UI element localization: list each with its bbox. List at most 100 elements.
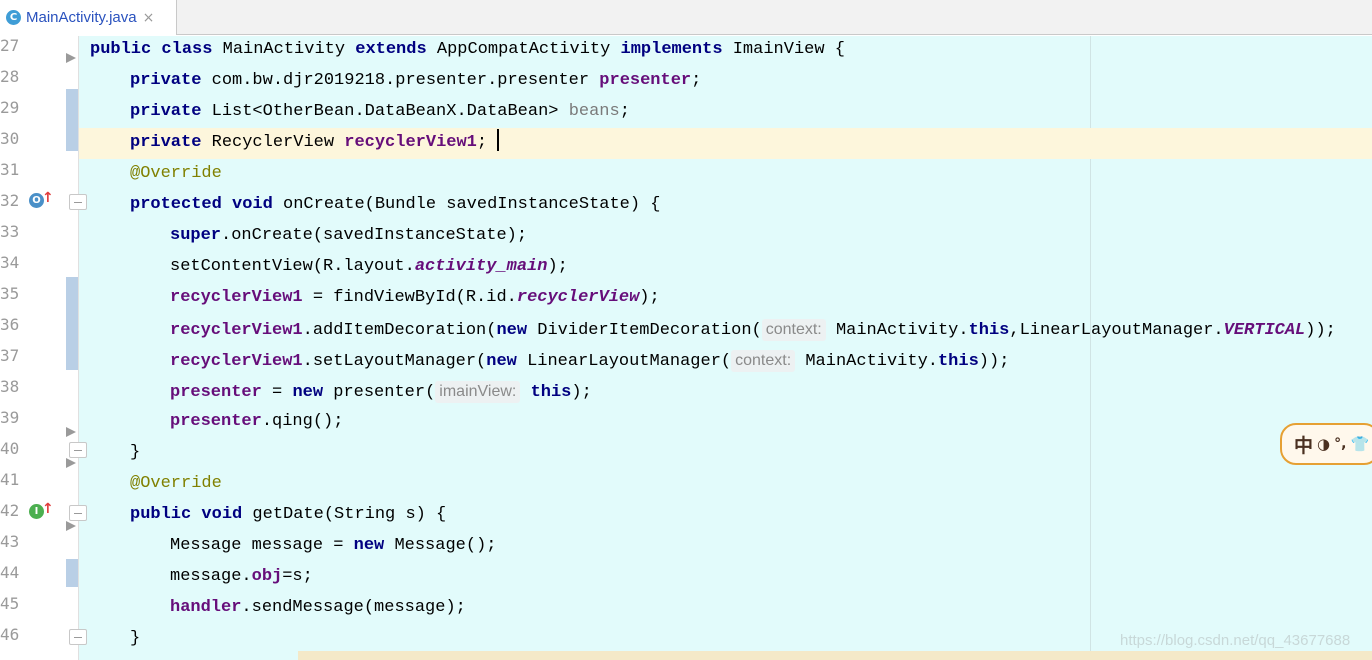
ime-toolbar[interactable]: 中 ◑ °, 👕: [1280, 423, 1372, 465]
code-line-area[interactable]: private RecyclerView recyclerView1;: [79, 128, 1372, 159]
fold-triangle-icon[interactable]: [66, 53, 76, 63]
code-line[interactable]: 35 recyclerView1 = findViewById(R.id.recy…: [0, 283, 1372, 314]
line-number[interactable]: 36: [0, 315, 22, 346]
code-text[interactable]: presenter = new presenter(imainView: thi…: [170, 381, 592, 403]
code-text[interactable]: }: [130, 629, 140, 649]
code-line-area[interactable]: public class MainActivity extends AppCom…: [79, 35, 1372, 66]
fold-triangle-icon[interactable]: [66, 427, 76, 437]
code-line-area[interactable]: super.onCreate(savedInstanceState);: [79, 221, 1372, 252]
code-text[interactable]: recyclerView1.setLayoutManager(new Linea…: [170, 350, 1009, 372]
code-text[interactable]: super.onCreate(savedInstanceState);: [170, 226, 527, 246]
line-number[interactable]: 32: [0, 191, 22, 222]
code-line[interactable]: 40}: [0, 438, 1372, 469]
code-text[interactable]: recyclerView1 = findViewById(R.id.recycl…: [170, 288, 660, 308]
code-text[interactable]: message.obj=s;: [170, 567, 313, 587]
line-number[interactable]: 38: [0, 377, 22, 408]
line-number[interactable]: 42: [0, 501, 22, 532]
code-line[interactable]: 30 private RecyclerView recyclerView1;: [0, 128, 1372, 159]
code-line[interactable]: 38 presenter = new presenter(imainView: t…: [0, 376, 1372, 407]
code-line[interactable]: 31 @Override: [0, 159, 1372, 190]
ime-chinese-mode[interactable]: 中: [1294, 431, 1313, 458]
code-line-area[interactable]: private List<OtherBean.DataBeanX.DataBea…: [79, 97, 1372, 128]
code-line[interactable]: 41 @Override: [0, 469, 1372, 500]
code-line-area[interactable]: protected void onCreate(Bundle savedInst…: [79, 190, 1372, 221]
code-text[interactable]: }: [130, 443, 140, 463]
code-editor[interactable]: 27 public class MainActivity extends AppC…: [0, 36, 1372, 660]
line-number[interactable]: 43: [0, 532, 22, 563]
code-line[interactable]: 39 presenter.qing();: [0, 407, 1372, 438]
code-line-area[interactable]: }: [79, 438, 1372, 469]
line-number[interactable]: 30: [0, 129, 22, 160]
line-number[interactable]: 31: [0, 160, 22, 191]
vcs-change-marker[interactable]: [66, 89, 78, 151]
code-text[interactable]: public void getDate(String s) {: [130, 505, 446, 525]
line-number[interactable]: 34: [0, 253, 22, 284]
implement-marker[interactable]: I ↑: [29, 501, 54, 519]
code-text[interactable]: protected void onCreate(Bundle savedInst…: [130, 195, 661, 215]
fold-triangle-icon[interactable]: [66, 521, 76, 531]
line-number[interactable]: 33: [0, 222, 22, 253]
code-line-area[interactable]: Message message = new Message();: [79, 531, 1372, 562]
fold-toggle-icon[interactable]: [69, 505, 87, 521]
line-number[interactable]: 35: [0, 284, 22, 315]
vcs-change-marker[interactable]: [66, 559, 78, 587]
code-line[interactable]: 32 protected void onCreate(Bundle savedIn…: [0, 190, 1372, 221]
code-line[interactable]: 44 message.obj=s;: [0, 562, 1372, 593]
line-number[interactable]: 40: [0, 439, 22, 470]
code-text[interactable]: Message message = new Message();: [170, 536, 496, 556]
code-line[interactable]: 43 Message message = new Message();: [0, 531, 1372, 562]
code-line[interactable]: 29 private List<OtherBean.DataBeanX.DataB…: [0, 97, 1372, 128]
code-line[interactable]: 45 handler.sendMessage(message);: [0, 593, 1372, 624]
line-number[interactable]: 44: [0, 563, 22, 594]
fold-toggle-icon[interactable]: [69, 442, 87, 458]
line-number[interactable]: 27: [0, 36, 22, 67]
horizontal-scrollbar[interactable]: [298, 651, 1372, 660]
code-line[interactable]: 33 super.onCreate(savedInstanceState);: [0, 221, 1372, 252]
code-text[interactable]: private com.bw.djr2019218.presenter.pres…: [130, 71, 701, 91]
code-line-area[interactable]: public void getDate(String s) {: [79, 500, 1372, 531]
close-icon[interactable]: ×: [143, 10, 155, 26]
code-text[interactable]: private List<OtherBean.DataBeanX.DataBea…: [130, 102, 630, 122]
code-line-area[interactable]: setContentView(R.layout.activity_main);: [79, 252, 1372, 283]
fold-toggle-icon[interactable]: [69, 194, 87, 210]
code-line-area[interactable]: @Override: [79, 159, 1372, 190]
fold-toggle-icon[interactable]: [69, 629, 87, 645]
code-text[interactable]: handler.sendMessage(message);: [170, 598, 466, 618]
code-text[interactable]: recyclerView1.addItemDecoration(new Divi…: [170, 319, 1336, 341]
code-line[interactable]: 34 setContentView(R.layout.activity_main)…: [0, 252, 1372, 283]
code-text[interactable]: presenter.qing();: [170, 412, 343, 432]
code-line-area[interactable]: recyclerView1.setLayoutManager(new Linea…: [79, 345, 1372, 376]
fold-triangle-icon[interactable]: [66, 458, 76, 468]
line-number[interactable]: 29: [0, 98, 22, 129]
code-text[interactable]: setContentView(R.layout.activity_main);: [170, 257, 568, 277]
code-text[interactable]: @Override: [130, 164, 222, 184]
code-line[interactable]: 27 public class MainActivity extends AppC…: [0, 35, 1372, 66]
ime-moon-icon[interactable]: ◑: [1317, 435, 1330, 453]
code-text[interactable]: public class MainActivity extends AppCom…: [90, 40, 845, 60]
line-number[interactable]: 37: [0, 346, 22, 377]
code-line[interactable]: 36 recyclerView1.addItemDecoration(new Di…: [0, 314, 1372, 345]
line-number[interactable]: 28: [0, 67, 22, 98]
code-line[interactable]: 28 private com.bw.djr2019218.presenter.pr…: [0, 66, 1372, 97]
code-line-area[interactable]: recyclerView1 = findViewById(R.id.recycl…: [79, 283, 1372, 314]
code-line-area[interactable]: presenter = new presenter(imainView: thi…: [79, 376, 1372, 407]
code-line[interactable]: 37 recyclerView1.setLayoutManager(new Lin…: [0, 345, 1372, 376]
code-line[interactable]: 42 public void getDate(String s) {: [0, 500, 1372, 531]
line-number[interactable]: 39: [0, 408, 22, 439]
code-line-area[interactable]: recyclerView1.addItemDecoration(new Divi…: [79, 314, 1372, 345]
tab-mainactivity-java[interactable]: C MainActivity.java ×: [0, 0, 177, 35]
code-line-area[interactable]: message.obj=s;: [79, 562, 1372, 593]
ime-punct-icon[interactable]: °,: [1334, 436, 1346, 452]
code-line-area[interactable]: private com.bw.djr2019218.presenter.pres…: [79, 66, 1372, 97]
ime-skin-icon[interactable]: 👕: [1350, 435, 1369, 453]
code-line-area[interactable]: handler.sendMessage(message);: [79, 593, 1372, 624]
code-text[interactable]: private RecyclerView recyclerView1;: [130, 133, 487, 153]
override-marker[interactable]: O ↑: [29, 190, 54, 208]
line-number[interactable]: 41: [0, 470, 22, 501]
code-text[interactable]: @Override: [130, 474, 222, 494]
code-line-area[interactable]: presenter.qing();: [79, 407, 1372, 438]
code-line-area[interactable]: @Override: [79, 469, 1372, 500]
vcs-change-marker[interactable]: [66, 277, 78, 370]
line-number[interactable]: 45: [0, 594, 22, 625]
line-number[interactable]: 46: [0, 625, 22, 656]
